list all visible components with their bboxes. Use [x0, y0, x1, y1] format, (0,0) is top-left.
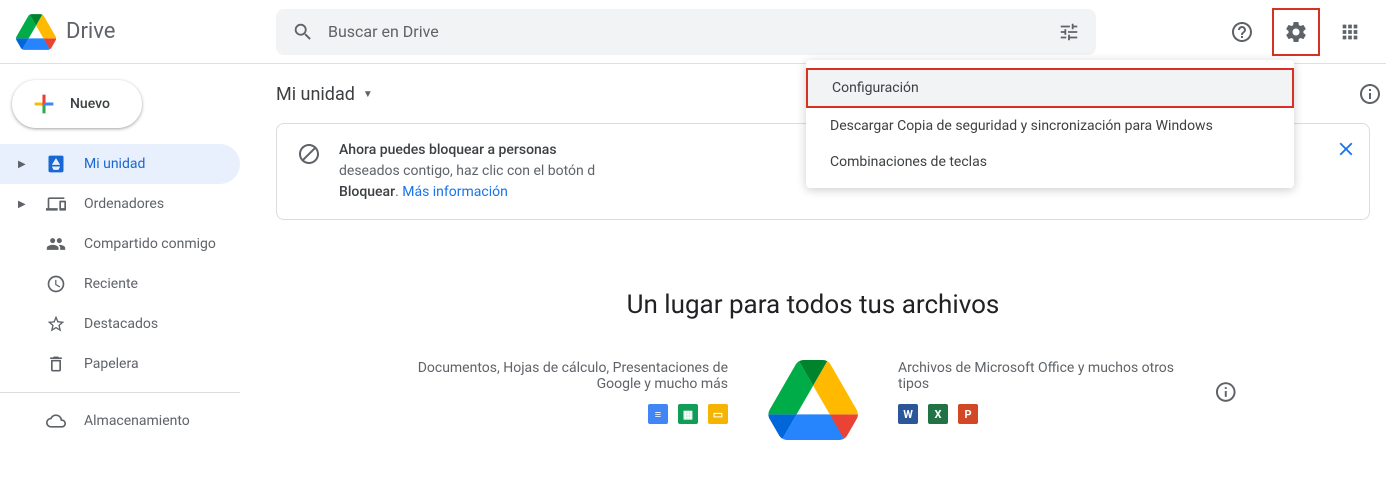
docs-icon: ≡	[648, 404, 668, 424]
new-button-label: Nuevo	[70, 96, 110, 112]
sidebar-item-label: Almacenamiento	[84, 413, 190, 429]
sidebar-item-label: Ordenadores	[84, 196, 164, 212]
sidebar-item-storage[interactable]: Almacenamiento	[0, 401, 240, 441]
sidebar-item-label: Papelera	[84, 356, 139, 372]
caret-icon: ▶	[18, 199, 28, 210]
computers-icon	[46, 194, 66, 214]
word-icon: W	[898, 404, 918, 424]
sidebar-item-recent[interactable]: Reciente	[0, 264, 240, 304]
powerpoint-icon: P	[958, 404, 978, 424]
drive-large-icon	[768, 360, 858, 440]
apps-icon	[1339, 21, 1361, 43]
drive-folder-icon	[46, 154, 66, 174]
plus-icon	[30, 90, 58, 118]
excel-icon: X	[928, 404, 948, 424]
sidebar-item-shared[interactable]: Compartido conmigo	[0, 224, 240, 264]
sidebar-item-label: Compartido conmigo	[84, 236, 216, 252]
search-input[interactable]	[328, 22, 1058, 41]
sidebar-item-trash[interactable]: Papelera	[0, 344, 240, 384]
sidebar: Nuevo ▶ Mi unidad ▶ Ordenadores Comparti…	[0, 64, 256, 501]
search-bar[interactable]	[276, 9, 1096, 55]
header-actions	[1202, 8, 1370, 56]
info-icon	[1358, 82, 1382, 106]
sheets-icon: ▦	[678, 404, 698, 424]
menu-item-shortcuts[interactable]: Combinaciones de teclas	[806, 144, 1294, 180]
slides-icon: ▭	[708, 404, 728, 424]
tune-icon[interactable]	[1058, 21, 1080, 43]
new-button[interactable]: Nuevo	[12, 80, 142, 128]
trash-icon	[46, 354, 66, 374]
settings-button[interactable]	[1272, 8, 1320, 56]
info-icon[interactable]	[1214, 380, 1238, 404]
header: Drive	[0, 0, 1386, 64]
clock-icon	[46, 274, 66, 294]
caret-icon: ▶	[18, 159, 28, 170]
sidebar-item-label: Destacados	[84, 316, 158, 332]
shared-icon	[46, 234, 66, 254]
menu-item-backup[interactable]: Descargar Copia de seguridad y sincroniz…	[806, 108, 1294, 144]
sidebar-item-label: Mi unidad	[84, 156, 145, 172]
search-icon	[292, 21, 314, 43]
chevron-down-icon: ▼	[363, 89, 373, 100]
gear-icon	[1284, 20, 1308, 44]
empty-left-col: Documentos, Hojas de cálculo, Presentaci…	[388, 360, 728, 424]
drive-logo-icon	[16, 12, 56, 52]
sidebar-item-starred[interactable]: Destacados	[0, 304, 240, 344]
banner-text: Ahora puedes bloquear a personas deseado…	[339, 140, 595, 203]
breadcrumb-label: Mi unidad	[276, 84, 355, 105]
settings-menu: Configuración Descargar Copia de segurid…	[806, 60, 1294, 188]
info-button[interactable]	[1358, 82, 1382, 106]
menu-item-settings[interactable]: Configuración	[806, 68, 1294, 108]
cloud-icon	[46, 411, 66, 431]
apps-button[interactable]	[1330, 12, 1370, 52]
sidebar-item-mydrive[interactable]: ▶ Mi unidad	[0, 144, 240, 184]
help-button[interactable]	[1222, 12, 1262, 52]
block-icon	[297, 142, 321, 166]
close-icon[interactable]	[1335, 138, 1357, 160]
app-name: Drive	[66, 19, 115, 44]
divider	[0, 392, 240, 393]
empty-title: Un lugar para todos tus archivos	[256, 290, 1370, 320]
logo-area[interactable]: Drive	[16, 12, 276, 52]
more-info-link[interactable]: Más información	[402, 184, 508, 200]
sidebar-item-label: Reciente	[84, 276, 138, 292]
empty-right-col: Archivos de Microsoft Office y muchos ot…	[898, 360, 1238, 424]
star-icon	[46, 314, 66, 334]
sidebar-item-computers[interactable]: ▶ Ordenadores	[0, 184, 240, 224]
help-icon	[1230, 20, 1254, 44]
empty-state: Un lugar para todos tus archivos Documen…	[256, 290, 1370, 440]
